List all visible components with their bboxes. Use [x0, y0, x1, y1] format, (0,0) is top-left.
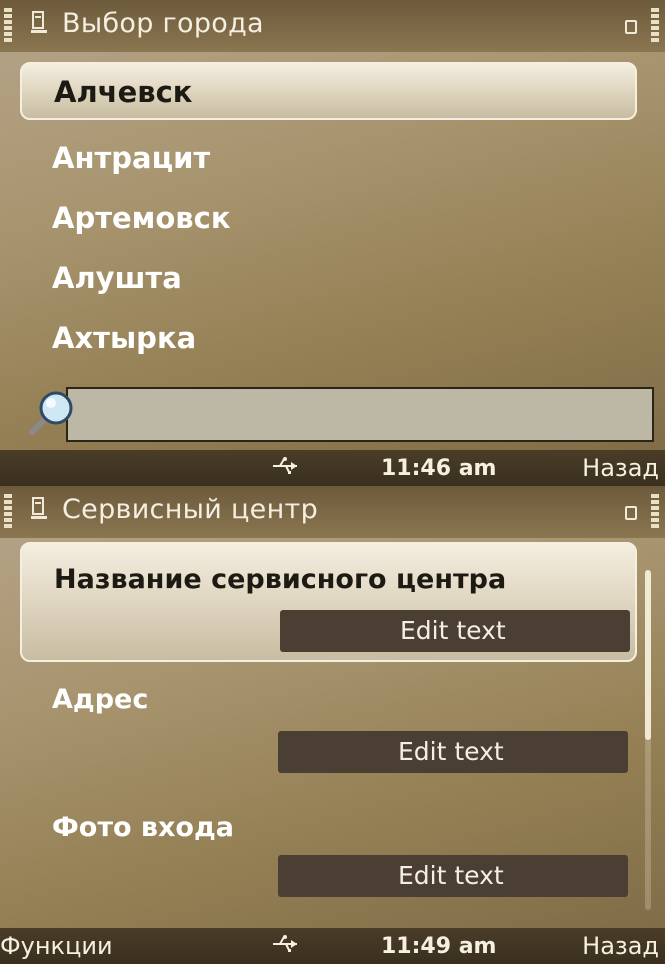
usb-connection-icon [270, 932, 300, 956]
edit-text-value: Edit text [400, 616, 506, 645]
list-item[interactable]: Алушта [52, 258, 182, 298]
page-title: Выбор города [62, 8, 264, 39]
status-bar: Сервисный центр [0, 486, 665, 538]
softkey-bar: 11:46 am Назад [0, 450, 665, 486]
list-item-selected[interactable]: Алчевск [20, 62, 637, 120]
text-input[interactable]: Edit text [278, 855, 628, 897]
phone-app-icon [30, 496, 48, 524]
list-item[interactable]: Антрацит [52, 138, 210, 178]
softkey-bar: Функции 11:49 am Назад [0, 928, 665, 964]
battery-level-icon [651, 494, 659, 530]
phone-app-icon [30, 10, 48, 38]
options-softkey[interactable]: Функции [0, 930, 113, 962]
text-input[interactable]: Edit text [278, 731, 628, 773]
page-title: Сервисный центр [62, 494, 319, 525]
text-input[interactable]: Edit text [280, 610, 630, 652]
field-label: Адрес [52, 684, 149, 715]
signal-strength-icon [4, 8, 12, 44]
form-field-selected[interactable]: Название сервисного центра Edit text [20, 542, 637, 662]
usb-connection-icon [270, 454, 300, 478]
battery-level-icon [651, 8, 659, 44]
service-center-screen: Сервисный центр Название сервисного цент… [0, 486, 665, 964]
magnifier-icon [24, 386, 78, 440]
edit-text-value: Edit text [398, 861, 504, 890]
clock: 11:46 am [381, 456, 497, 481]
signal-strength-icon [4, 494, 12, 530]
list-item[interactable]: Ахтырка [52, 318, 196, 358]
list-item[interactable]: Артемовск [52, 198, 231, 238]
scrollbar-thumb[interactable] [645, 570, 651, 740]
back-softkey[interactable]: Назад [582, 930, 659, 962]
clock: 11:49 am [381, 934, 497, 959]
standby-mode-icon [625, 20, 637, 34]
status-bar: Выбор города [0, 0, 665, 52]
back-softkey[interactable]: Назад [582, 452, 659, 484]
standby-mode-icon [625, 506, 637, 520]
city-select-screen: Выбор города Алчевск Антрацит Артемовск … [0, 0, 665, 486]
field-label: Фото входа [52, 812, 234, 843]
city-label: Алчевск [54, 75, 193, 109]
field-label: Название сервисного центра [54, 564, 507, 595]
search-input[interactable] [66, 387, 654, 442]
edit-text-value: Edit text [398, 737, 504, 766]
